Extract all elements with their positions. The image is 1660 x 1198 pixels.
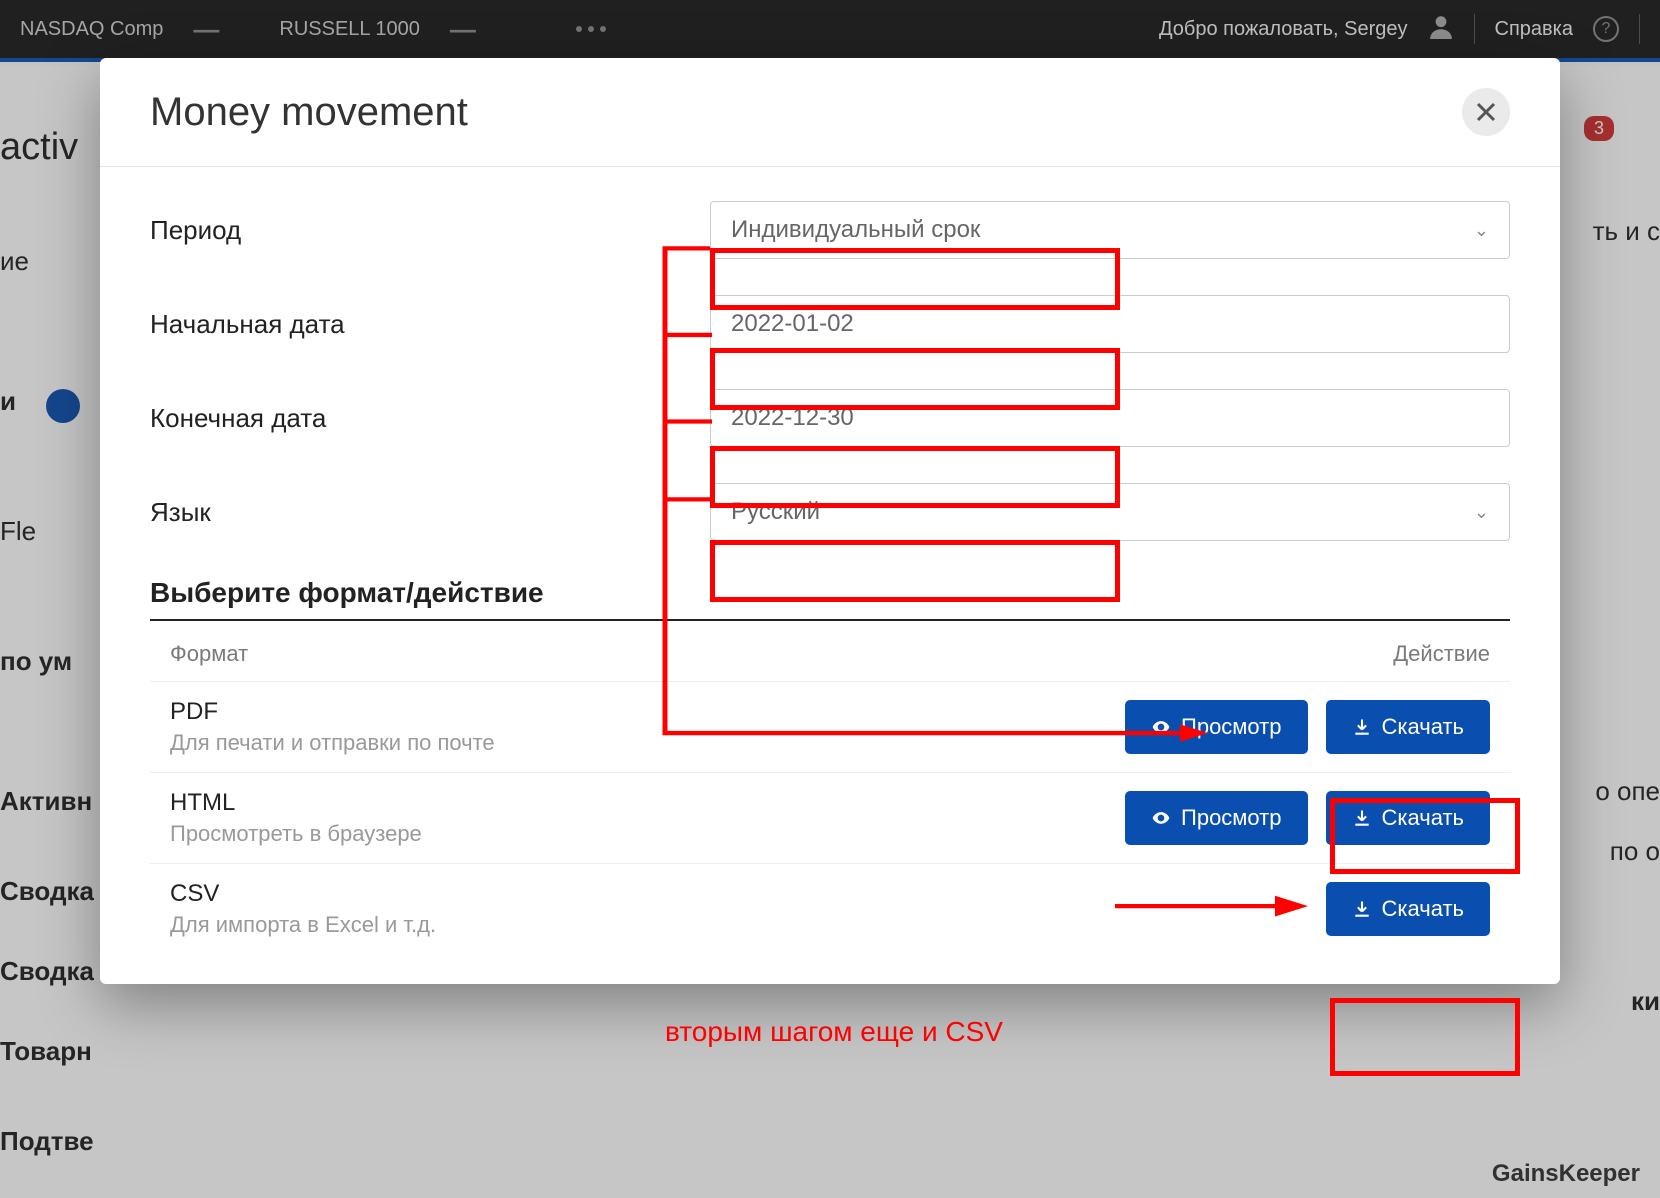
format-name: CSV: [170, 880, 1326, 908]
download-csv-button[interactable]: Скачать: [1326, 882, 1491, 936]
download-html-button[interactable]: Скачать: [1326, 791, 1491, 845]
end-date-label: Конечная дата: [150, 403, 710, 434]
button-label: Просмотр: [1181, 714, 1281, 740]
preview-pdf-button[interactable]: Просмотр: [1125, 700, 1307, 754]
download-pdf-button[interactable]: Скачать: [1326, 700, 1491, 754]
start-date-input[interactable]: 2022-01-02: [710, 295, 1510, 353]
modal-header: Money movement: [100, 58, 1560, 167]
format-row-csv: CSV Для импорта в Excel и т.д. Скачать: [150, 863, 1510, 954]
format-desc: Для импорта в Excel и т.д.: [170, 912, 1326, 938]
button-label: Скачать: [1382, 714, 1465, 740]
preview-html-button[interactable]: Просмотр: [1125, 791, 1307, 845]
button-label: Скачать: [1382, 805, 1465, 831]
language-select[interactable]: Русский ⌄: [710, 483, 1510, 541]
end-date-input[interactable]: 2022-12-30: [710, 389, 1510, 447]
col-format: Формат: [170, 641, 248, 667]
format-desc: Просмотреть в браузере: [170, 821, 1125, 847]
start-date-label: Начальная дата: [150, 309, 710, 340]
button-label: Просмотр: [1181, 805, 1281, 831]
chevron-down-icon: ⌄: [1474, 220, 1489, 241]
download-icon: [1352, 808, 1372, 828]
close-icon: [1476, 102, 1496, 122]
format-name: PDF: [170, 698, 1125, 726]
annotation-box: [1330, 998, 1520, 1076]
button-label: Скачать: [1382, 896, 1465, 922]
annotation-text: вторым шагом еще и CSV: [665, 1016, 1003, 1048]
modal-title: Money movement: [150, 90, 468, 135]
language-value: Русский: [731, 498, 820, 526]
format-section-title: Выберите формат/действие: [150, 577, 1510, 609]
eye-icon: [1151, 808, 1171, 828]
download-icon: [1352, 717, 1372, 737]
period-select[interactable]: Индивидуальный срок ⌄: [710, 201, 1510, 259]
section-divider: [150, 619, 1510, 621]
period-value: Индивидуальный срок: [731, 216, 980, 244]
modal-body: Период Индивидуальный срок ⌄ Начальная д…: [100, 167, 1560, 964]
start-date-value: 2022-01-02: [731, 310, 854, 338]
close-button[interactable]: [1462, 88, 1510, 136]
money-movement-modal: Money movement Период Индивидуальный сро…: [100, 58, 1560, 984]
chevron-down-icon: ⌄: [1474, 502, 1489, 523]
format-row-pdf: PDF Для печати и отправки по почте Просм…: [150, 681, 1510, 772]
table-header: Формат Действие: [150, 627, 1510, 681]
col-action: Действие: [1393, 641, 1490, 667]
format-row-html: HTML Просмотреть в браузере Просмотр Ска…: [150, 772, 1510, 863]
download-icon: [1352, 899, 1372, 919]
format-desc: Для печати и отправки по почте: [170, 730, 1125, 756]
modal-overlay: Money movement Период Индивидуальный сро…: [0, 0, 1660, 1198]
period-label: Период: [150, 215, 710, 246]
format-name: HTML: [170, 789, 1125, 817]
language-label: Язык: [150, 497, 710, 528]
end-date-value: 2022-12-30: [731, 404, 854, 432]
eye-icon: [1151, 717, 1171, 737]
